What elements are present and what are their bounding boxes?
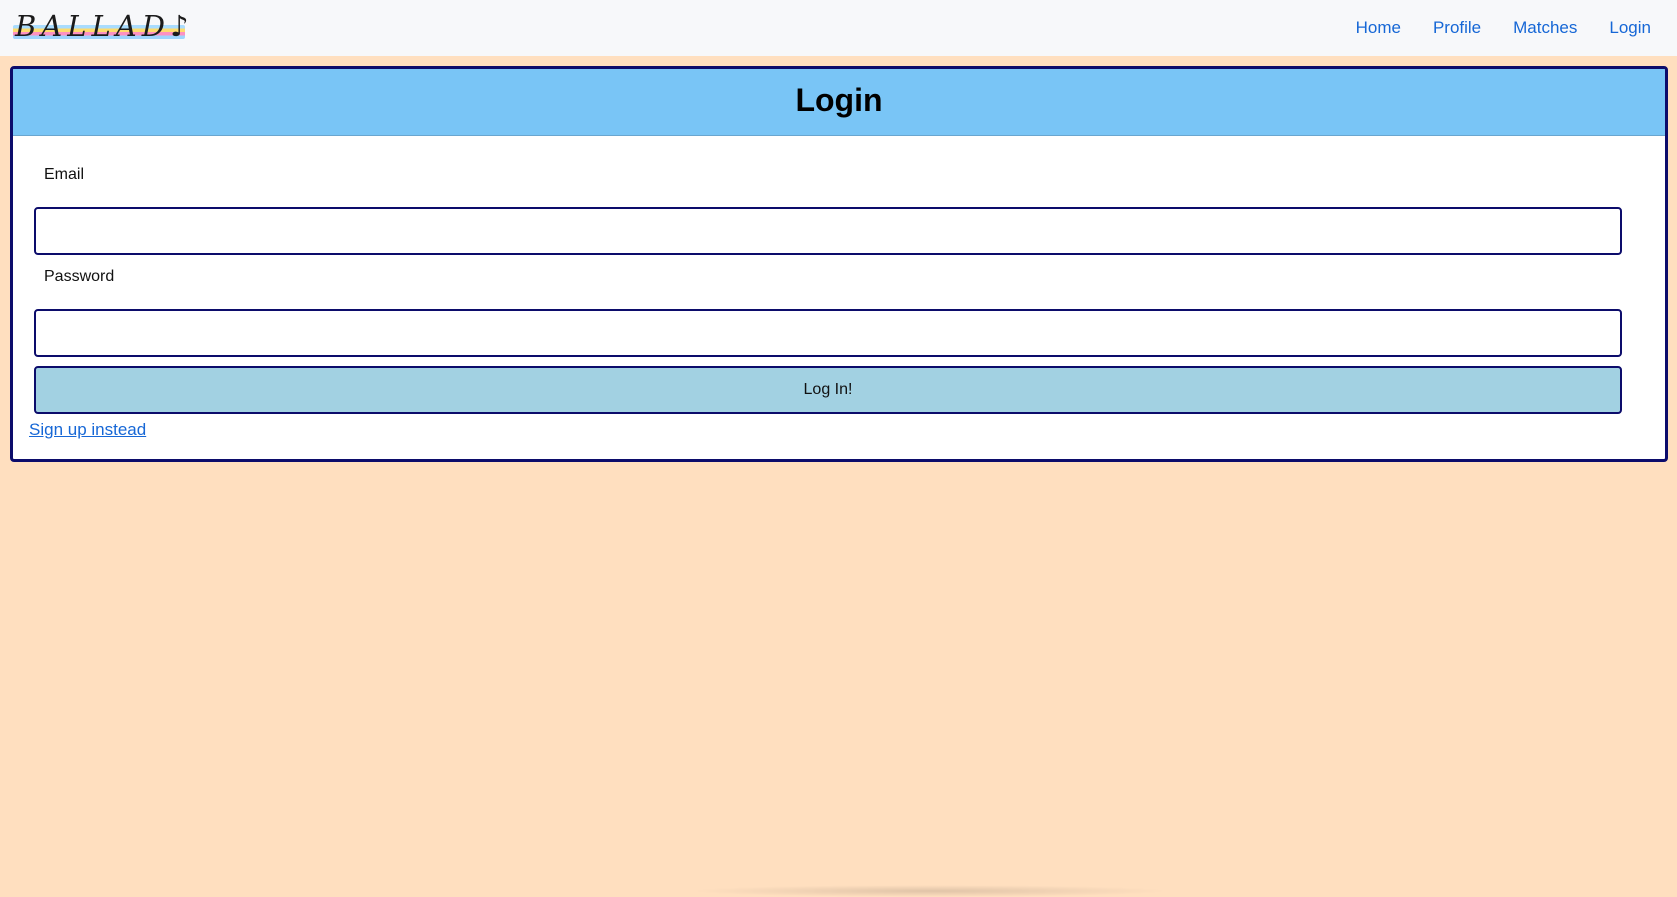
top-navbar: BALLAD♪ Home Profile Matches Login [0,0,1677,56]
signup-link[interactable]: Sign up instead [29,420,146,440]
login-card-header: Login [13,69,1665,136]
email-label: Email [44,166,85,183]
nav-link-profile[interactable]: Profile [1417,18,1497,38]
password-field[interactable] [34,309,1622,357]
login-button[interactable]: Log In! [34,366,1622,414]
nav-link-home[interactable]: Home [1340,18,1417,38]
nav-link-login[interactable]: Login [1593,18,1667,38]
page-title: Login [795,81,883,118]
email-field[interactable] [34,207,1622,255]
login-card: Login Email Password Log In! Sign up ins… [10,66,1668,462]
nav-links: Home Profile Matches Login [1340,0,1667,56]
brand-logo[interactable]: BALLAD♪ [13,9,188,44]
brand-text: BALLAD♪ [15,9,194,43]
bottom-shadow [690,885,1170,897]
nav-link-matches[interactable]: Matches [1497,18,1593,38]
password-label: Password [44,268,115,285]
